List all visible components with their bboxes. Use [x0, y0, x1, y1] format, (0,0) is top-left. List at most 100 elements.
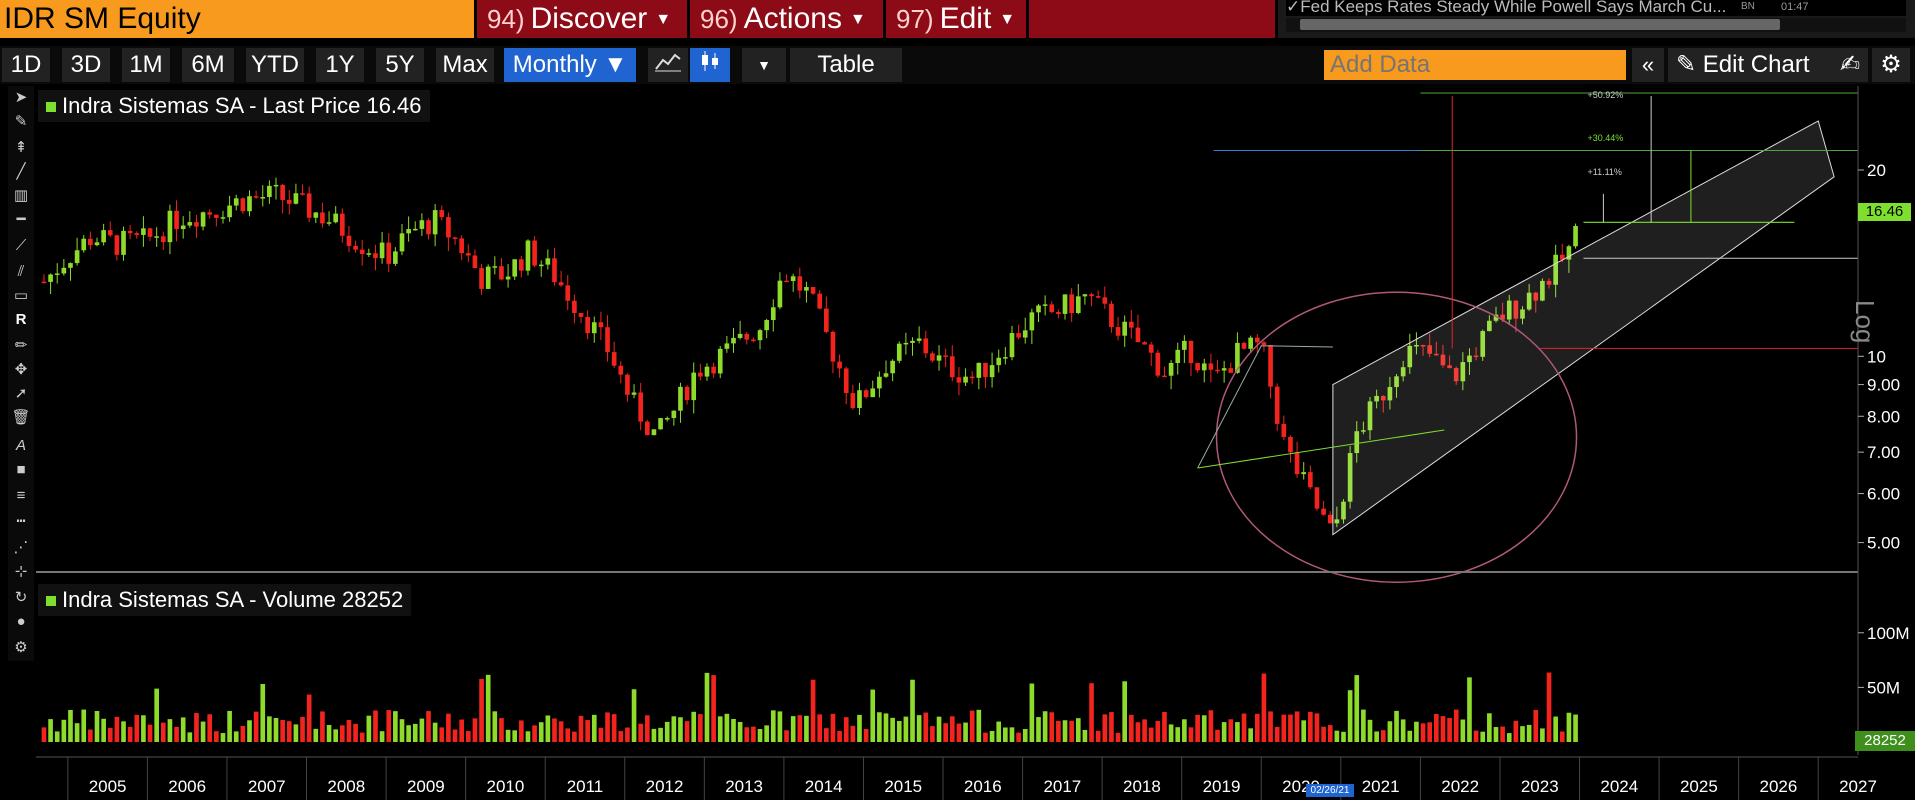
x-tick-label: 2011 — [567, 777, 604, 796]
volume-bar — [837, 730, 842, 742]
volume-bar — [1341, 731, 1346, 742]
candle-body — [200, 212, 206, 227]
volume-bar — [366, 715, 372, 742]
volume-bar — [1201, 715, 1207, 742]
candle-body — [863, 390, 869, 398]
candle-body — [121, 230, 126, 255]
volume-bar — [286, 721, 292, 742]
volume-bar — [1235, 722, 1240, 742]
volume-bar — [598, 727, 604, 742]
x-tick-label: 2015 — [884, 777, 922, 796]
volume-bar — [1095, 730, 1101, 742]
candle-body — [306, 193, 312, 218]
candle-body — [810, 287, 816, 294]
volume-bar — [48, 719, 53, 742]
volume-bar — [784, 730, 789, 742]
x-tick-label: 2006 — [168, 777, 206, 796]
volume-bar — [797, 715, 803, 742]
volume-bar — [1056, 720, 1061, 742]
volume-bar — [479, 678, 484, 742]
volume-bar — [1069, 720, 1074, 742]
volume-bar — [154, 688, 159, 742]
candle-body — [963, 376, 968, 383]
candle-body — [724, 343, 730, 349]
volume-bar — [949, 716, 955, 742]
log-scale-label[interactable]: Log — [1849, 300, 1880, 343]
volume-bar — [711, 675, 716, 742]
volume-bar — [824, 728, 829, 742]
volume-bar — [1294, 711, 1300, 742]
volume-bar — [810, 679, 816, 742]
volume-bar — [1003, 727, 1008, 742]
volume-bar — [1075, 718, 1081, 742]
candle-body — [989, 365, 995, 378]
candle-body — [651, 429, 657, 436]
volume-bar — [996, 721, 1002, 742]
volume-bar — [1440, 716, 1446, 742]
volume-bar — [452, 729, 458, 742]
volume-bar — [406, 725, 411, 742]
candle-body — [923, 338, 929, 354]
volume-bar — [525, 731, 531, 742]
candle-body — [412, 228, 418, 231]
volume-bar — [1221, 722, 1227, 742]
volume-bar — [943, 723, 948, 742]
volume-bar — [1354, 675, 1360, 742]
candle-body — [1221, 368, 1227, 371]
volume-bar — [432, 722, 438, 742]
volume-bar — [412, 723, 418, 742]
volume-bar — [1553, 716, 1558, 742]
candle-body — [472, 255, 478, 269]
volume-bar — [313, 728, 319, 742]
projection-label: +30.44% — [1587, 133, 1623, 143]
x-tick-label: 2019 — [1203, 777, 1241, 796]
volume-bar — [1314, 713, 1320, 742]
x-tick-label: 2017 — [1043, 777, 1081, 796]
candle-body — [956, 377, 962, 383]
candle-body — [1208, 363, 1214, 370]
volume-bar — [207, 714, 213, 742]
candle-body — [704, 366, 710, 377]
volume-bar — [121, 721, 126, 742]
candle-body — [983, 362, 988, 378]
volume-bar — [220, 733, 226, 742]
candle-body — [1109, 303, 1114, 328]
price-legend[interactable]: Indra Sistemas SA - Last Price 16.46 — [38, 90, 430, 122]
candle-body — [68, 263, 73, 268]
candle-body — [499, 266, 504, 280]
projection-label: +11.11% — [1587, 167, 1621, 177]
volume-bar — [1208, 710, 1214, 742]
volume-bar — [1321, 726, 1326, 742]
candle-body — [1248, 337, 1253, 349]
candle-body — [141, 228, 146, 235]
volume-legend[interactable]: Indra Sistemas SA - Volume 28252 — [38, 584, 412, 616]
candle-body — [1281, 423, 1287, 437]
volume-bar — [1142, 719, 1147, 742]
x-tick-label: 2022 — [1441, 777, 1479, 796]
candle-body — [949, 356, 955, 378]
volume-bar — [969, 710, 975, 742]
candle-body — [1129, 321, 1134, 328]
candle-body — [757, 330, 763, 341]
candle-body — [1327, 514, 1333, 524]
y-tick-label: 20 — [1867, 161, 1886, 180]
candle-body — [373, 253, 378, 259]
candle-body — [439, 210, 445, 218]
volume-bar — [870, 689, 876, 742]
volume-bar — [1493, 727, 1499, 742]
volume-bar — [293, 724, 299, 742]
volume-bar — [1500, 726, 1505, 742]
volume-bar — [426, 711, 431, 742]
candle-body — [154, 236, 159, 238]
volume-bar — [678, 717, 683, 742]
candle-body — [214, 214, 219, 218]
volume-bar — [147, 724, 153, 742]
candle-body — [916, 338, 922, 341]
y-tick-label: 8.00 — [1867, 407, 1900, 426]
volume-bar — [963, 722, 968, 742]
volume-bar — [1387, 721, 1393, 742]
volume-bar — [519, 720, 524, 742]
volume-bar — [1453, 709, 1459, 742]
candle-body — [512, 259, 518, 277]
candle-body — [790, 276, 796, 282]
